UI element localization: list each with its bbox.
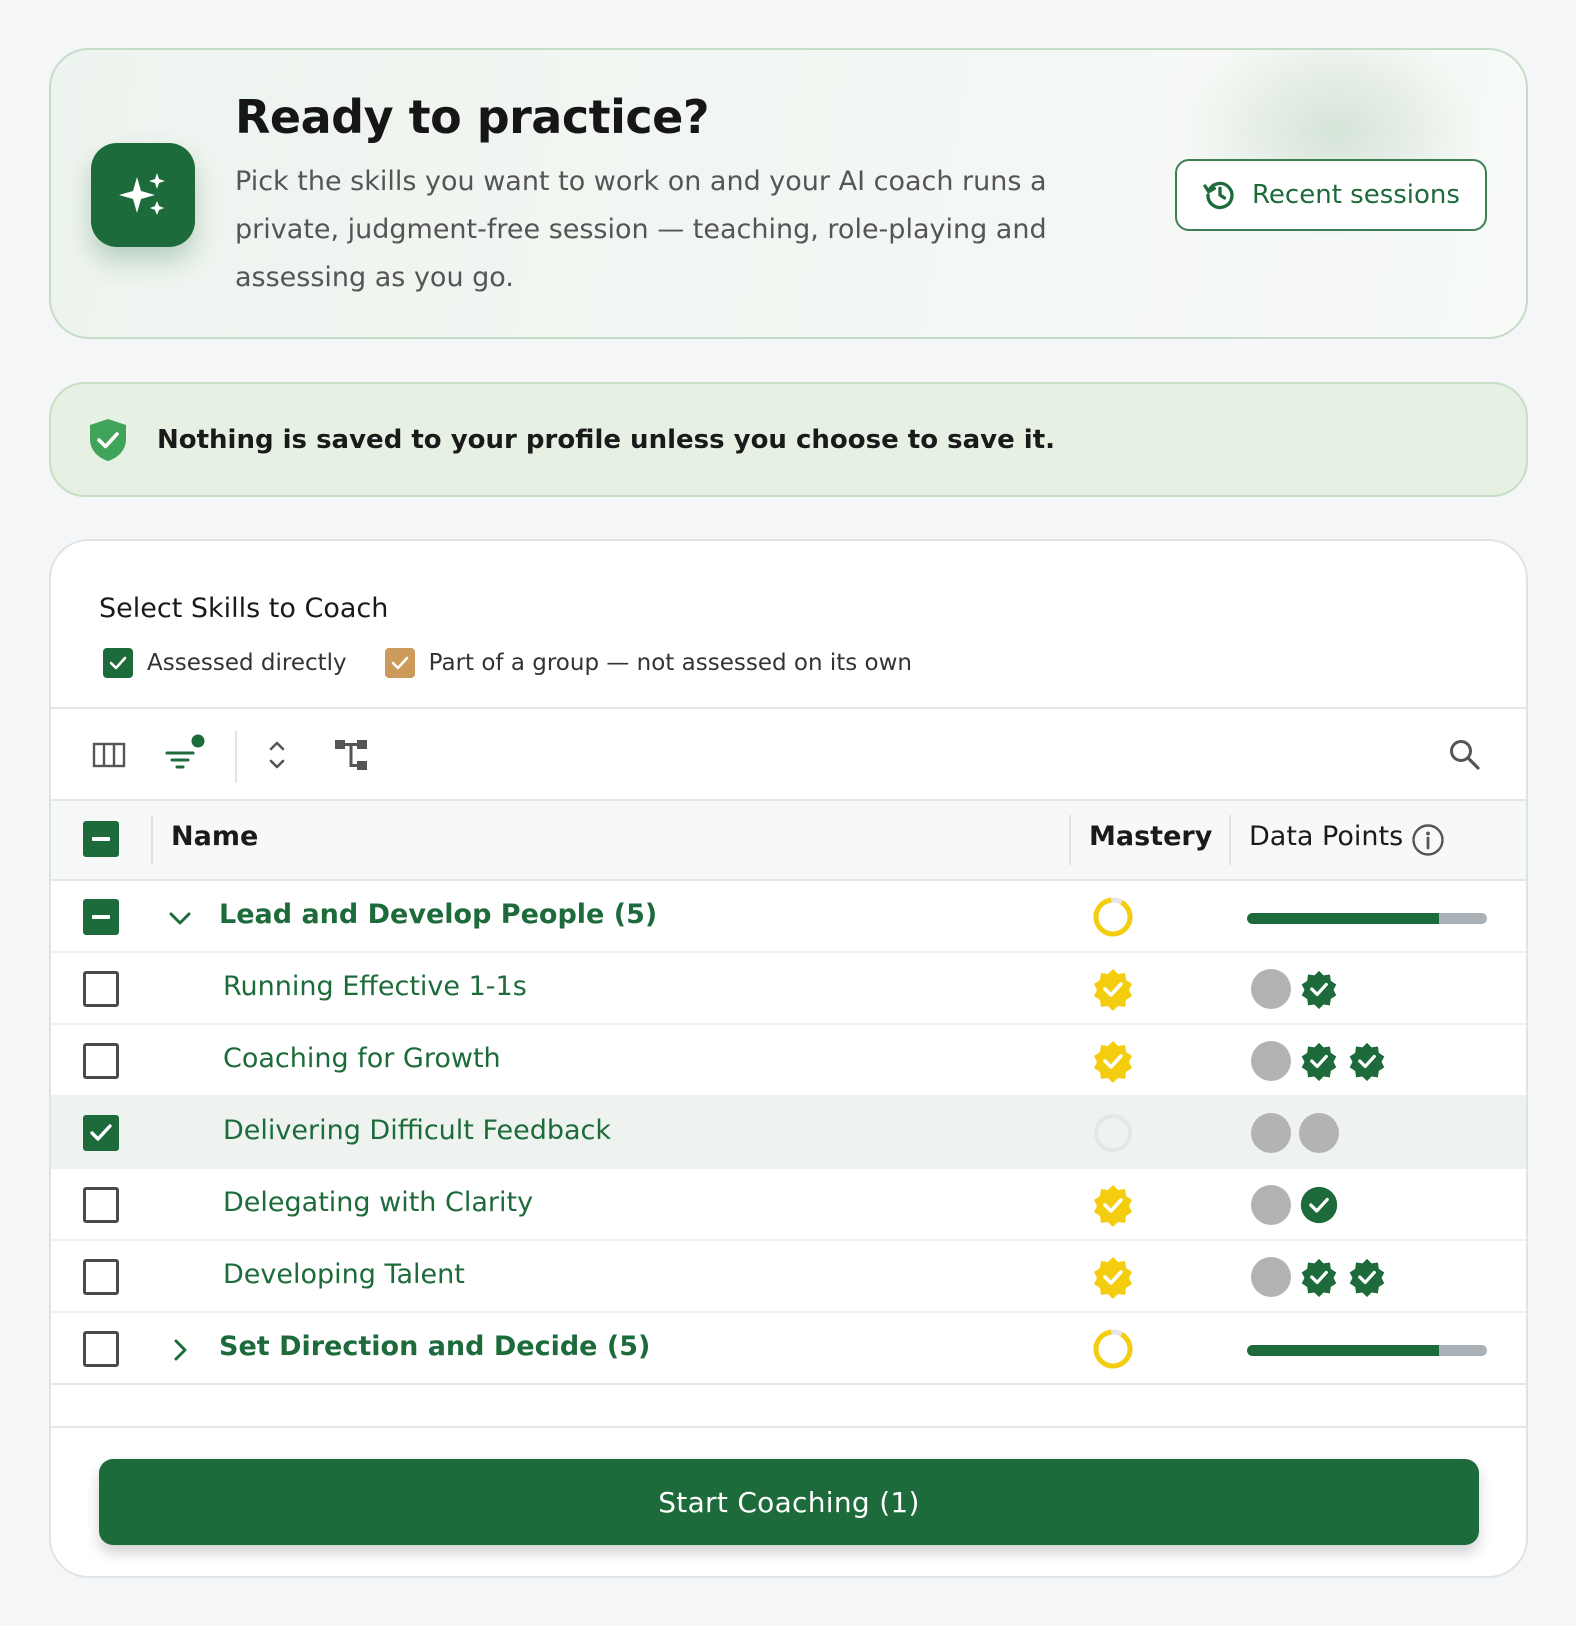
- chevron-right-icon[interactable]: [167, 1337, 193, 1363]
- name-column-header[interactable]: Name: [171, 821, 258, 852]
- data-points-column-header[interactable]: Data Points: [1249, 821, 1403, 852]
- verified-badge-icon: [1349, 1258, 1385, 1297]
- mastery-badge-icon: [1094, 1257, 1132, 1299]
- skill-name[interactable]: Delegating with Clarity: [223, 1187, 533, 1218]
- pending-dot: [1251, 1257, 1291, 1297]
- row-checkbox[interactable]: [83, 1043, 119, 1079]
- column-divider: [151, 815, 153, 865]
- hero-card: Ready to practice? Pick the skills you w…: [49, 48, 1528, 339]
- data-points: [1251, 1041, 1387, 1083]
- mastery-empty-ring-icon: [1094, 1114, 1132, 1152]
- select-all-checkbox[interactable]: [83, 821, 119, 857]
- legend-assessed-directly: Assessed directly: [103, 648, 347, 678]
- table-row[interactable]: Running Effective 1-1s: [51, 953, 1526, 1025]
- start-coaching-button[interactable]: Start Coaching (1): [99, 1459, 1479, 1545]
- row-checkbox[interactable]: [83, 899, 119, 935]
- data-points: [1251, 1113, 1339, 1155]
- table-row-group[interactable]: Set Direction and Decide (5): [51, 1313, 1526, 1385]
- mastery-badge-icon: [1094, 1185, 1132, 1227]
- legend: Assessed directly Part of a group — not …: [103, 648, 950, 678]
- mastery-badge-icon: [1094, 969, 1132, 1011]
- table-row-group[interactable]: Lead and Develop People (5): [51, 881, 1526, 953]
- skills-title: Select Skills to Coach: [99, 593, 389, 624]
- table-row[interactable]: Coaching for Growth: [51, 1025, 1526, 1097]
- check-circle-icon: [1300, 1186, 1338, 1224]
- verified-badge-icon: [1301, 1258, 1337, 1297]
- filter-icon[interactable]: [161, 733, 205, 777]
- legend-part-of-group: Part of a group — not assessed on its ow…: [384, 648, 912, 678]
- table-row-selected[interactable]: Delivering Difficult Feedback: [51, 1097, 1526, 1169]
- row-checkbox[interactable]: [83, 1259, 119, 1295]
- verified-badge-icon: [1349, 1042, 1385, 1081]
- mastery-column-header[interactable]: Mastery: [1089, 821, 1212, 852]
- recent-sessions-label: Recent sessions: [1252, 180, 1460, 210]
- row-checkbox[interactable]: [83, 1331, 119, 1367]
- row-checkbox[interactable]: [83, 971, 119, 1007]
- table-row[interactable]: Developing Talent: [51, 1241, 1526, 1313]
- hero-description: Pick the skills you want to work on and …: [235, 166, 1047, 293]
- footer-divider: [51, 1426, 1526, 1428]
- mastery-partial-ring-icon: [1093, 897, 1133, 937]
- info-icon[interactable]: [1411, 823, 1445, 857]
- skill-name[interactable]: Developing Talent: [223, 1259, 465, 1290]
- recent-sessions-button[interactable]: Recent sessions: [1175, 159, 1487, 231]
- data-points: [1251, 1185, 1339, 1227]
- privacy-message: Nothing is saved to your profile unless …: [157, 424, 1056, 455]
- data-points-progress: [1247, 913, 1487, 924]
- column-divider: [1229, 815, 1231, 865]
- pending-dot: [1251, 969, 1291, 1009]
- toolbar-divider: [235, 731, 237, 783]
- verified-badge-icon: [1301, 1042, 1337, 1081]
- expand-collapse-icon[interactable]: [255, 733, 299, 777]
- pending-dot: [1251, 1041, 1291, 1081]
- pending-dot: [1251, 1113, 1291, 1153]
- row-checkbox[interactable]: [83, 1187, 119, 1223]
- mastery-badge-icon: [1094, 1041, 1132, 1083]
- amber-check-icon: [384, 648, 415, 678]
- skills-card: Select Skills to Coach Assessed directly…: [49, 539, 1528, 1578]
- row-checkbox[interactable]: [83, 1115, 119, 1151]
- legend-label: Assessed directly: [147, 650, 347, 676]
- table-row[interactable]: Delegating with Clarity: [51, 1169, 1526, 1241]
- hero-title: Ready to practice?: [235, 90, 710, 144]
- privacy-banner: Nothing is saved to your profile unless …: [49, 382, 1528, 497]
- group-name[interactable]: Lead and Develop People (5): [219, 899, 657, 930]
- mastery-partial-ring-icon: [1093, 1329, 1133, 1369]
- column-divider: [1069, 815, 1071, 865]
- green-check-icon: [103, 648, 133, 678]
- shield-check-icon: [90, 418, 126, 461]
- skill-name[interactable]: Running Effective 1-1s: [223, 971, 527, 1002]
- skill-name[interactable]: Coaching for Growth: [223, 1043, 501, 1074]
- history-icon: [1203, 181, 1234, 210]
- search-icon[interactable]: [1443, 733, 1487, 777]
- skill-name[interactable]: Delivering Difficult Feedback: [223, 1115, 611, 1146]
- legend-label: Part of a group — not assessed on its ow…: [428, 650, 912, 676]
- columns-icon[interactable]: [87, 733, 131, 777]
- verified-badge-icon: [1301, 970, 1337, 1009]
- pending-dot: [1299, 1113, 1339, 1153]
- tree-icon[interactable]: [329, 733, 373, 777]
- sparkles-icon: [91, 143, 195, 247]
- data-points: [1251, 969, 1339, 1011]
- data-points-progress: [1247, 1345, 1487, 1356]
- table-header: Name Mastery Data Points: [51, 801, 1526, 881]
- group-name[interactable]: Set Direction and Decide (5): [219, 1331, 650, 1362]
- chevron-down-icon[interactable]: [167, 905, 193, 931]
- pending-dot: [1251, 1185, 1291, 1225]
- data-points: [1251, 1257, 1387, 1299]
- table-toolbar: [51, 707, 1526, 801]
